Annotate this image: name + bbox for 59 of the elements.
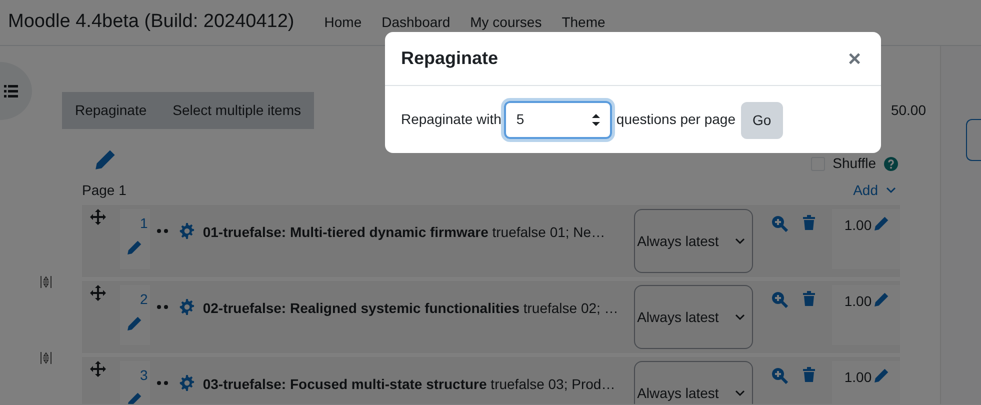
question-number: 1: [140, 214, 148, 233]
add-menu[interactable]: Add: [853, 180, 896, 201]
settings-icon[interactable]: [178, 299, 195, 315]
question-number: 2: [140, 290, 148, 309]
drag-dots-icon: [156, 380, 169, 386]
question-mark: 1.00: [844, 292, 872, 311]
question-title[interactable]: 01-truefalse: Multi-tiered dynamic firmware truefalse 01; Ne…: [202, 222, 630, 243]
question-mark: 1.00: [844, 368, 872, 387]
page-count-select[interactable]: 5: [504, 100, 612, 138]
drag-dots-icon: [156, 304, 169, 310]
edit-icon[interactable]: [872, 368, 889, 385]
page-break-icon[interactable]: [40, 352, 52, 364]
question-title[interactable]: 03-truefalse: Focused multi-state structure truefalse 03; Prod…: [202, 374, 630, 395]
nav-link[interactable]: Theme: [562, 12, 606, 33]
chevron-down-icon: [886, 187, 896, 194]
chevron-down-icon: [735, 314, 746, 320]
edit-icon[interactable]: [125, 316, 142, 333]
question-number: 3: [140, 366, 148, 385]
edit-icon[interactable]: [872, 292, 889, 309]
preview-icon[interactable]: [771, 367, 788, 384]
edit-icon[interactable]: [872, 216, 889, 233]
nav-link[interactable]: My courses: [470, 12, 542, 33]
settings-icon[interactable]: [178, 375, 195, 391]
site-name[interactable]: Moodle 4.4beta (Build: 20240412): [8, 8, 294, 37]
repaginate-label: Repaginate with: [401, 110, 502, 129]
updown-icon: [592, 114, 600, 126]
delete-icon[interactable]: [802, 291, 816, 307]
preview-icon[interactable]: [771, 215, 788, 232]
nav-link[interactable]: Dashboard: [382, 12, 450, 33]
version-select[interactable]: Always latest: [634, 361, 754, 404]
version-select[interactable]: Always latest: [634, 285, 754, 349]
list-icon: [4, 84, 18, 98]
edit-icon[interactable]: [125, 240, 142, 257]
page-title: Page 1: [82, 181, 126, 200]
version-select[interactable]: Always latest: [634, 209, 754, 273]
chevron-down-icon: [735, 238, 746, 244]
question-mark: 1.00: [844, 216, 872, 235]
move-icon[interactable]: [90, 361, 106, 377]
close-button[interactable]: ×: [844, 42, 865, 75]
drag-dots-icon: [156, 228, 169, 234]
chevron-down-icon: [735, 390, 746, 396]
total-marks: 50.00: [890, 101, 926, 120]
settings-icon[interactable]: [178, 223, 195, 239]
question-title[interactable]: 02-truefalse: Realigned systemic functionalities truefalse 02; …: [202, 298, 630, 319]
shuffle-label: Shuffle: [832, 154, 876, 173]
toolbar-button[interactable]: Select multiple items: [160, 92, 314, 129]
help-icon[interactable]: [884, 156, 898, 170]
delete-icon[interactable]: [802, 367, 816, 383]
delete-icon[interactable]: [802, 215, 816, 231]
toolbar-button[interactable]: Repaginate: [62, 92, 160, 129]
preview-icon[interactable]: [771, 291, 788, 308]
modal-title: Repaginate: [401, 47, 498, 70]
questions-per-page-label: questions per page: [616, 110, 736, 129]
move-icon[interactable]: [90, 209, 106, 225]
nav-link[interactable]: Home: [324, 12, 362, 33]
page-break-icon[interactable]: [40, 276, 52, 288]
edit-icon[interactable]: [125, 392, 142, 404]
move-icon[interactable]: [90, 285, 106, 301]
go-button[interactable]: Go: [740, 102, 784, 139]
